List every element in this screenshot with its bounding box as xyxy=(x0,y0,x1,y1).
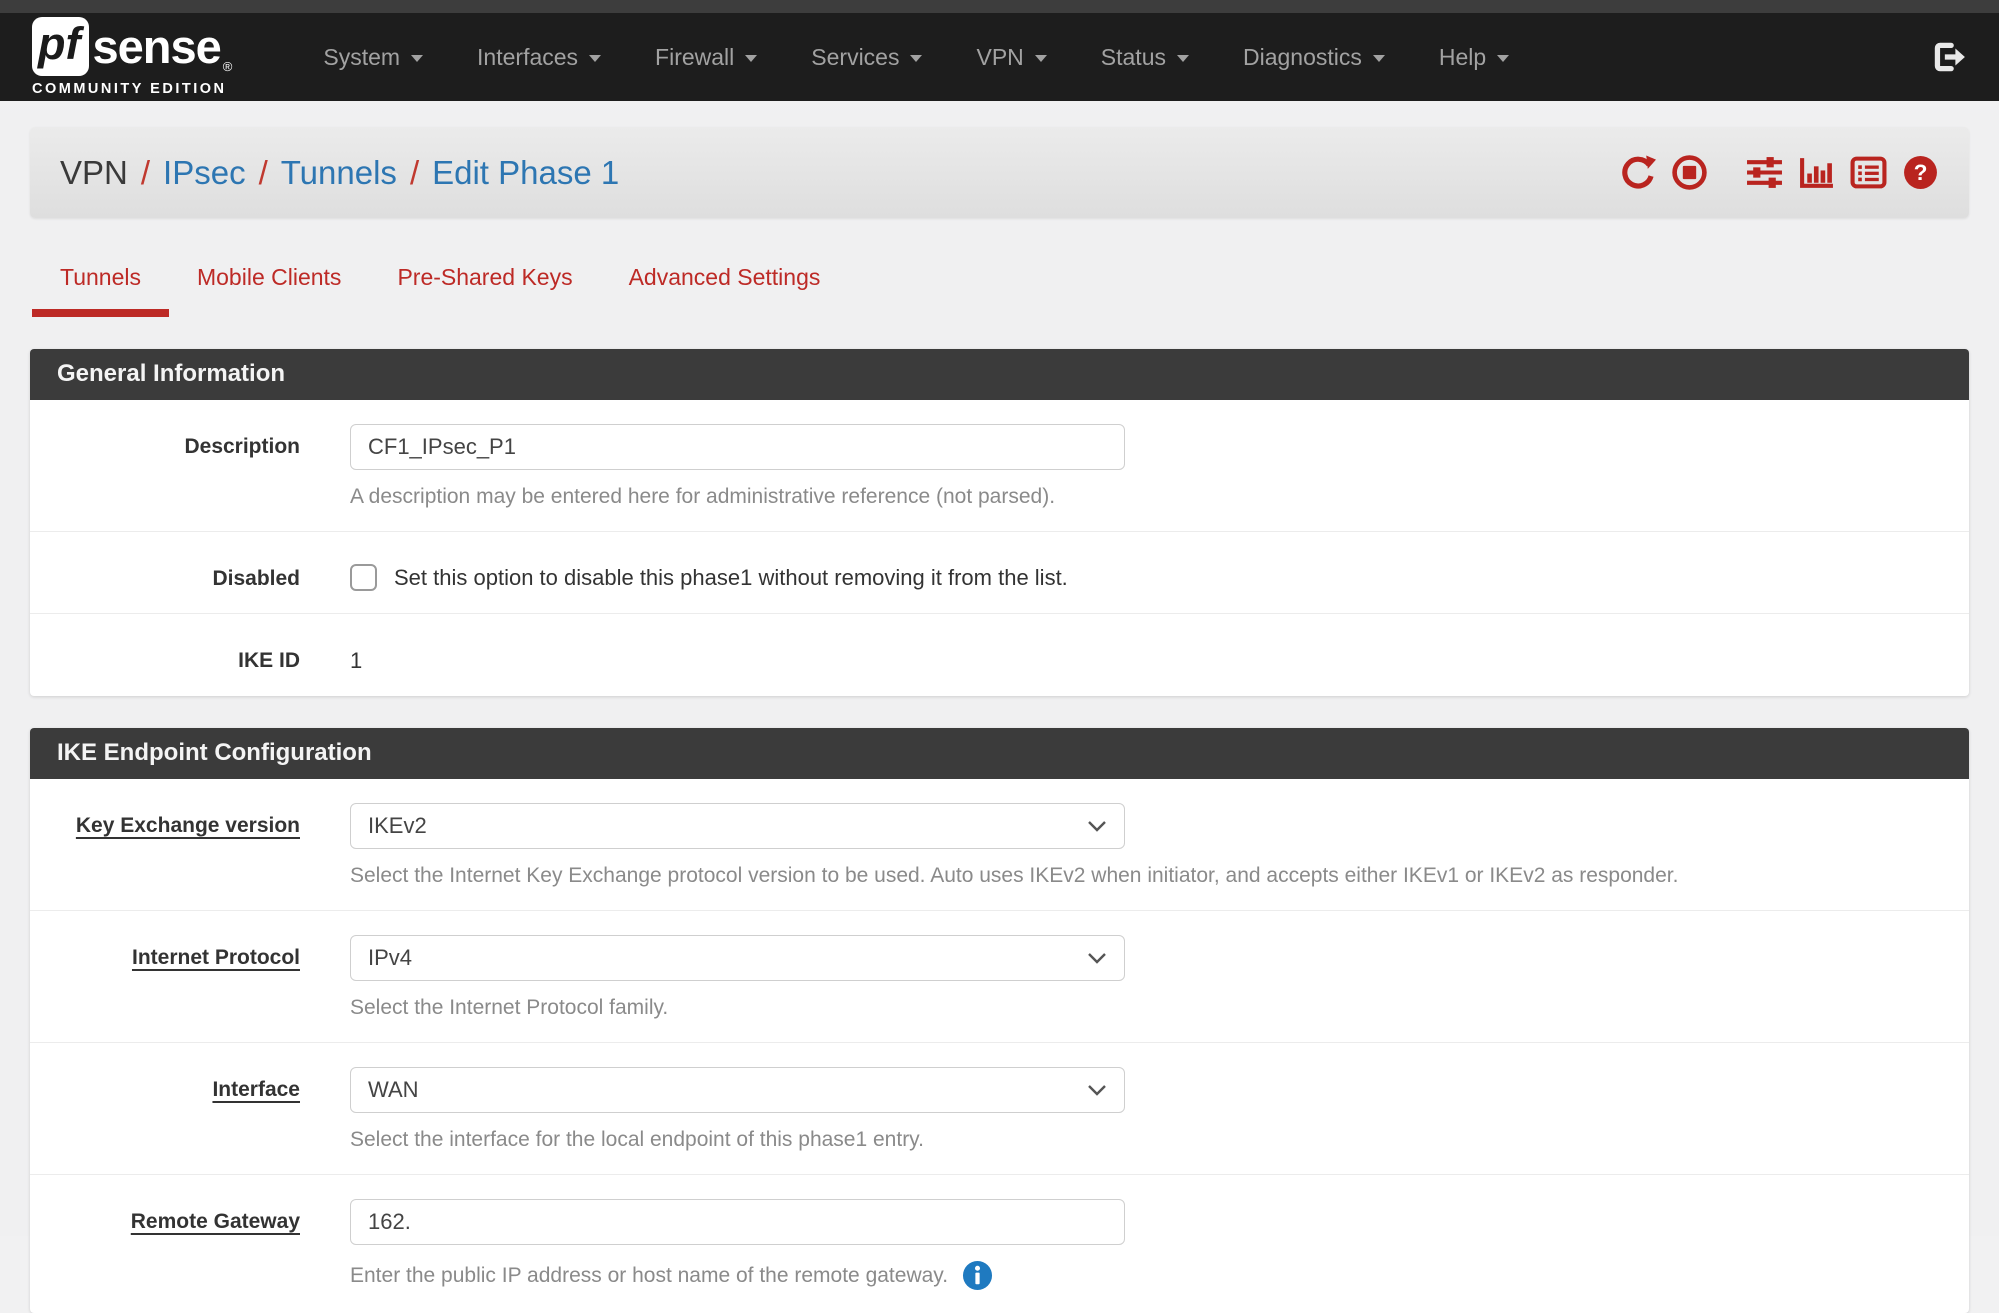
interface-selected-value: WAN xyxy=(368,1077,419,1103)
internet-protocol-label: Internet Protocol xyxy=(30,935,350,970)
page-action-icons: ? xyxy=(1619,154,1939,191)
nav-item-diagnostics[interactable]: Diagnostics xyxy=(1216,13,1412,101)
remote-gateway-input[interactable] xyxy=(350,1199,1125,1245)
breadcrumb-link-tunnels[interactable]: Tunnels xyxy=(281,154,397,192)
nav-item-label: Interfaces xyxy=(477,44,578,71)
caret-down-icon xyxy=(910,55,922,62)
general-information-panel: General Information Description A descri… xyxy=(30,349,1969,696)
help-icon[interactable]: ? xyxy=(1902,154,1939,191)
breadcrumb-root: VPN xyxy=(60,154,128,192)
sign-out-icon xyxy=(1929,38,1967,76)
breadcrumb-link-ipsec[interactable]: IPsec xyxy=(163,154,246,192)
nav-menu: System Interfaces Firewall Services VPN … xyxy=(296,13,1536,101)
chevron-down-icon xyxy=(1087,952,1107,965)
disabled-checkbox-label: Set this option to disable this phase1 w… xyxy=(394,565,1068,591)
nav-item-label: System xyxy=(323,44,400,71)
info-icon[interactable] xyxy=(962,1260,993,1291)
description-label: Description xyxy=(30,424,350,459)
caret-down-icon xyxy=(1373,55,1385,62)
caret-down-icon xyxy=(745,55,757,62)
bar-chart-icon[interactable] xyxy=(1798,154,1835,191)
nav-item-label: VPN xyxy=(976,44,1023,71)
caret-down-icon xyxy=(589,55,601,62)
breadcrumb-separator: / xyxy=(410,154,419,192)
sliders-icon[interactable] xyxy=(1746,154,1783,191)
ipsec-tab-bar: Tunnels Mobile Clients Pre-Shared Keys A… xyxy=(30,248,1969,317)
key-exchange-label: Key Exchange version xyxy=(30,803,350,838)
breadcrumb-link-edit-phase1[interactable]: Edit Phase 1 xyxy=(432,154,619,192)
pf-logo-box: pf xyxy=(32,17,89,76)
internet-protocol-select[interactable]: IPv4 xyxy=(350,935,1125,981)
interface-select[interactable]: WAN xyxy=(350,1067,1125,1113)
nav-item-label: Services xyxy=(811,44,899,71)
key-exchange-row: Key Exchange version IKEv2 Select the In… xyxy=(30,779,1969,911)
remote-gateway-row: Remote Gateway Enter the public IP addre… xyxy=(30,1175,1969,1313)
tab-advanced-settings[interactable]: Advanced Settings xyxy=(601,248,849,317)
breadcrumb-separator: / xyxy=(141,154,150,192)
top-strip xyxy=(0,0,1999,13)
log-list-icon[interactable] xyxy=(1850,154,1887,191)
nav-item-interfaces[interactable]: Interfaces xyxy=(450,13,628,101)
nav-item-services[interactable]: Services xyxy=(784,13,949,101)
caret-down-icon xyxy=(1035,55,1047,62)
pfsense-logo[interactable]: pf sense ® COMMUNITY EDITION xyxy=(32,17,232,97)
disabled-label: Disabled xyxy=(30,556,350,591)
tab-pre-shared-keys[interactable]: Pre-Shared Keys xyxy=(369,248,600,317)
registered-mark: ® xyxy=(223,59,233,74)
sense-logo-text: sense xyxy=(92,23,220,70)
caret-down-icon xyxy=(1497,55,1509,62)
interface-help-text: Select the interface for the local endpo… xyxy=(350,1128,1125,1152)
nav-item-help[interactable]: Help xyxy=(1412,13,1536,101)
breadcrumb-separator: / xyxy=(259,154,268,192)
key-exchange-help-text: Select the Internet Key Exchange protoco… xyxy=(350,864,1678,888)
remote-gateway-label: Remote Gateway xyxy=(30,1199,350,1234)
ike-endpoint-configuration-panel: IKE Endpoint Configuration Key Exchange … xyxy=(30,728,1969,1313)
tab-mobile-clients[interactable]: Mobile Clients xyxy=(169,248,369,317)
internet-protocol-selected-value: IPv4 xyxy=(368,945,412,971)
nav-item-status[interactable]: Status xyxy=(1074,13,1216,101)
ike-id-row: IKE ID 1 xyxy=(30,614,1969,696)
caret-down-icon xyxy=(411,55,423,62)
chevron-down-icon xyxy=(1087,1084,1107,1097)
nav-item-label: Status xyxy=(1101,44,1166,71)
caret-down-icon xyxy=(1177,55,1189,62)
logout-button[interactable] xyxy=(1929,38,1967,76)
main-navbar: pf sense ® COMMUNITY EDITION System Inte… xyxy=(0,13,1999,101)
remote-gateway-help: Enter the public IP address or host name… xyxy=(350,1260,1125,1291)
description-help-text: A description may be entered here for ad… xyxy=(350,485,1125,509)
disabled-row: Disabled Set this option to disable this… xyxy=(30,532,1969,614)
chevron-down-icon xyxy=(1087,820,1107,833)
breadcrumb-bar: VPN / IPsec / Tunnels / Edit Phase 1 xyxy=(30,127,1969,218)
nav-item-label: Diagnostics xyxy=(1243,44,1362,71)
community-edition-label: COMMUNITY EDITION xyxy=(32,81,232,97)
nav-item-firewall[interactable]: Firewall xyxy=(628,13,784,101)
description-row: Description A description may be entered… xyxy=(30,400,1969,532)
pfsense-page: pf sense ® COMMUNITY EDITION System Inte… xyxy=(0,0,1999,1236)
key-exchange-selected-value: IKEv2 xyxy=(368,813,427,839)
stop-refresh-icon[interactable] xyxy=(1671,154,1708,191)
nav-item-label: Help xyxy=(1439,44,1486,71)
nav-item-vpn[interactable]: VPN xyxy=(949,13,1073,101)
interface-label: Interface xyxy=(30,1067,350,1102)
svg-text:?: ? xyxy=(1914,160,1928,185)
remote-gateway-help-text: Enter the public IP address or host name… xyxy=(350,1264,948,1288)
description-input[interactable] xyxy=(350,424,1125,470)
key-exchange-select[interactable]: IKEv2 xyxy=(350,803,1125,849)
panel-title: IKE Endpoint Configuration xyxy=(30,728,1969,779)
ike-id-label: IKE ID xyxy=(30,638,350,673)
disabled-checkbox[interactable] xyxy=(350,564,377,591)
refresh-icon[interactable] xyxy=(1619,154,1656,191)
nav-item-system[interactable]: System xyxy=(296,13,450,101)
nav-item-label: Firewall xyxy=(655,44,734,71)
internet-protocol-row: Internet Protocol IPv4 Select the Intern… xyxy=(30,911,1969,1043)
tab-tunnels[interactable]: Tunnels xyxy=(32,248,169,317)
internet-protocol-help-text: Select the Internet Protocol family. xyxy=(350,996,1125,1020)
breadcrumb: VPN / IPsec / Tunnels / Edit Phase 1 xyxy=(60,154,619,192)
interface-row: Interface WAN Select the interface for t… xyxy=(30,1043,1969,1175)
panel-title: General Information xyxy=(30,349,1969,400)
ike-id-value: 1 xyxy=(350,638,362,674)
